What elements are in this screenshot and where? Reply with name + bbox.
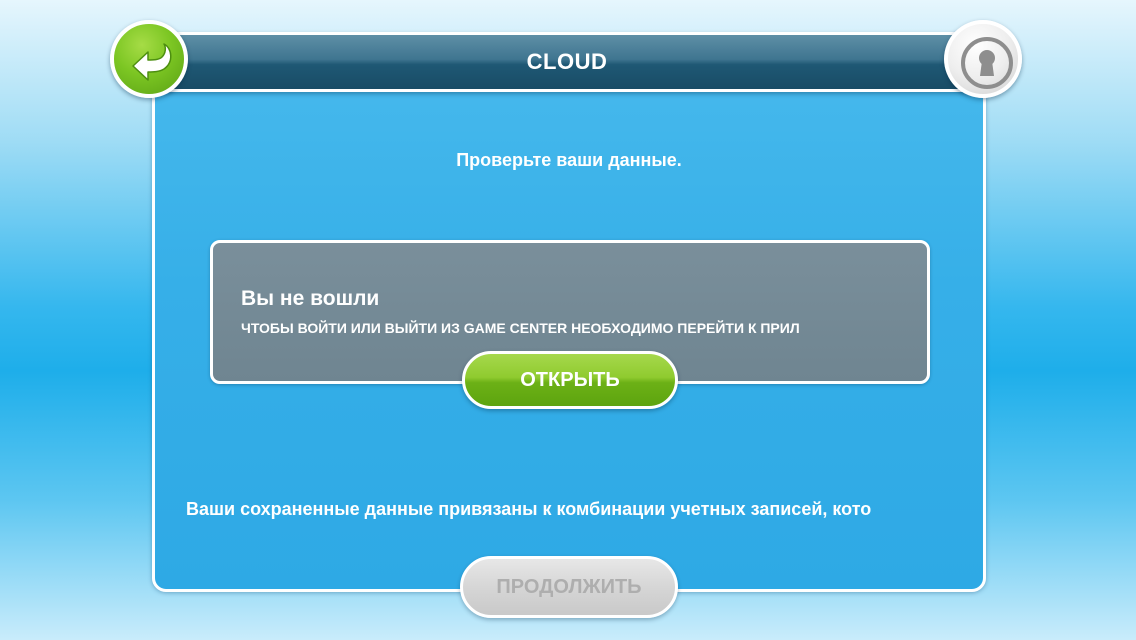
check-data-label: Проверьте ваши данные. bbox=[456, 150, 682, 170]
login-status-text: ЧТОБЫ ВОЙТИ ИЛИ ВЫЙТИ ИЗ GAME CENTER НЕО… bbox=[241, 320, 800, 336]
open-button[interactable]: ОТКРЫТЬ bbox=[462, 351, 678, 409]
saved-data-info-text: Ваши сохраненные данные привязаны к комб… bbox=[186, 499, 872, 519]
page-title: CLOUD bbox=[526, 49, 608, 74]
login-status-title: Вы не вошли bbox=[241, 287, 380, 310]
continue-button[interactable]: ПРОДОЛЖИТЬ bbox=[460, 556, 678, 618]
back-button[interactable] bbox=[110, 20, 188, 98]
cloud-screen: CLOUD Проверьте ваши данные. Вы не вошли… bbox=[0, 0, 1136, 640]
header-bar: CLOUD bbox=[160, 32, 974, 92]
keyhole-icon bbox=[961, 37, 1013, 89]
account-lock-button[interactable] bbox=[944, 20, 1022, 98]
back-arrow-icon bbox=[132, 43, 172, 81]
